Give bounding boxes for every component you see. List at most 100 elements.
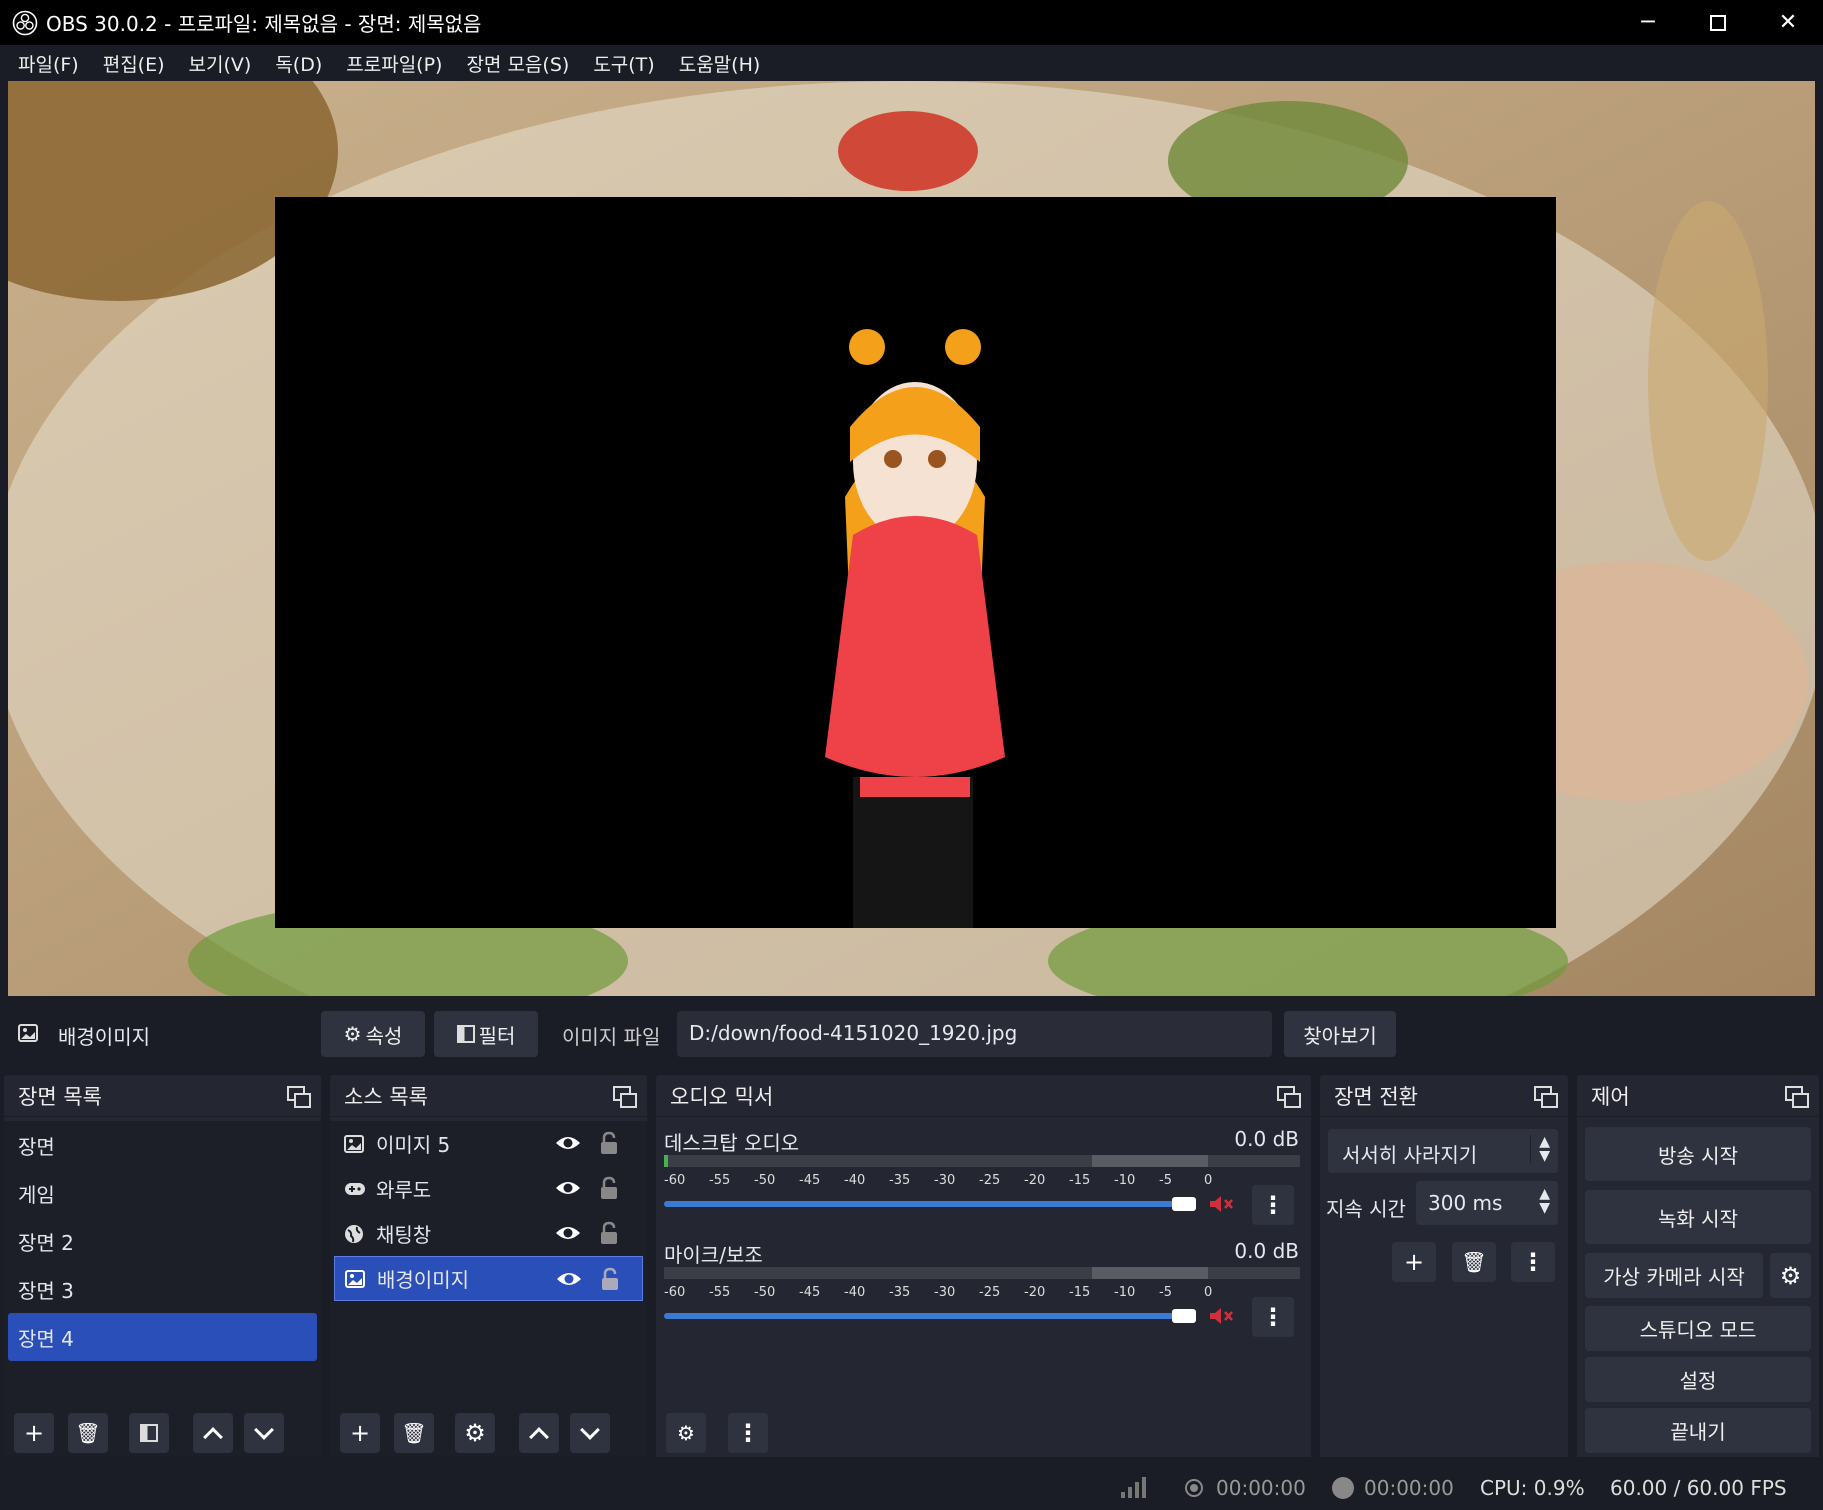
eye-icon[interactable] [554, 1133, 582, 1153]
start-recording-label: 녹화 시작 [1658, 1206, 1738, 1231]
transitions-title: 장면 전환 [1334, 1084, 1418, 1109]
close-icon: ✕ [1778, 10, 1798, 35]
remove-transition-button[interactable]: 🗑 [1452, 1242, 1496, 1282]
remove-scene-button[interactable]: 🗑 [68, 1413, 108, 1453]
plus-icon: + [349, 1419, 371, 1447]
meter-scale-tick: -45 [799, 1285, 821, 1300]
advanced-audio-button[interactable]: ⚙ [666, 1413, 706, 1453]
source-item[interactable]: 채팅창 [330, 1211, 647, 1256]
volume-slider[interactable] [664, 1201, 1194, 1207]
add-source-button[interactable]: + [340, 1413, 380, 1453]
eye-icon[interactable] [555, 1269, 583, 1289]
settings-button[interactable]: 설정 [1585, 1357, 1811, 1402]
volume-slider-handle[interactable] [1172, 1309, 1196, 1323]
undock-icon[interactable] [1277, 1085, 1301, 1108]
audio-mixer-body: 데스크탑 오디오 0.0 dB -60 -55 -50 -45 -40 -35 -30 -25… [656, 1121, 1311, 1457]
plus-icon: + [1403, 1248, 1425, 1276]
start-recording-button[interactable]: 녹화 시작 [1585, 1190, 1811, 1244]
image-file-path-field[interactable]: D:/down/food-4151020_1920.jpg [677, 1011, 1272, 1057]
speaker-muted-icon[interactable] [1208, 1305, 1234, 1327]
source-item[interactable]: 와루도 [330, 1166, 647, 1211]
channel-name: 데스크탑 오디오 [664, 1131, 800, 1155]
scene-item[interactable]: 장면 3 [4, 1265, 321, 1313]
scene-item[interactable]: 장면 2 [4, 1217, 321, 1265]
meter-scale-tick: -50 [754, 1173, 776, 1188]
menu-bar: 파일(F) 편집(E) 보기(V) 독(D) 프로파일(P) 장면 모음(S) … [0, 45, 1823, 81]
add-scene-button[interactable]: + [14, 1413, 54, 1453]
move-source-up-button[interactable] [519, 1413, 559, 1453]
volume-slider[interactable] [664, 1313, 1194, 1319]
controls-title: 제어 [1591, 1084, 1630, 1109]
start-streaming-button[interactable]: 방송 시작 [1585, 1127, 1811, 1181]
undock-icon[interactable] [287, 1085, 311, 1108]
transition-menu-button[interactable]: ⋮ [1511, 1242, 1555, 1282]
exit-label: 끝내기 [1670, 1420, 1726, 1444]
audio-mixer-title: 오디오 믹서 [670, 1084, 774, 1109]
lock-icon[interactable] [600, 1221, 618, 1245]
menu-edit[interactable]: 편집(E) [91, 50, 177, 77]
scene-item[interactable]: 장면 [4, 1121, 321, 1169]
title-bar: OBS 30.0.2 - 프로파일: 제목없음 - 장면: 제목없음 ─ ✕ [0, 0, 1823, 45]
duration-spinbox[interactable]: 300 ms ▲ ▼ [1416, 1181, 1558, 1225]
virtual-camera-button[interactable]: 가상 카메라 시작 [1585, 1253, 1763, 1298]
meter-scale-tick: -15 [1069, 1285, 1091, 1300]
move-scene-down-button[interactable] [244, 1413, 284, 1453]
window-title: OBS 30.0.2 - 프로파일: 제목없음 - 장면: 제목없음 [46, 12, 482, 36]
image-file-path: D:/down/food-4151020_1920.jpg [689, 1021, 1018, 1045]
undock-icon[interactable] [1534, 1085, 1558, 1108]
scene-item-selected[interactable]: 장면 4 [8, 1313, 317, 1361]
volume-slider-handle[interactable] [1172, 1197, 1196, 1211]
speaker-muted-icon[interactable] [1208, 1193, 1234, 1215]
source-properties-button[interactable]: ⚙ [455, 1413, 495, 1453]
source-item[interactable]: 이미지 5 [330, 1121, 647, 1166]
gears-icon: ⚙ [677, 1421, 695, 1445]
image-icon [344, 1134, 364, 1153]
menu-file[interactable]: 파일(F) [6, 50, 91, 77]
menu-scene-collection[interactable]: 장면 모음(S) [454, 50, 581, 77]
menu-help[interactable]: 도움말(H) [667, 50, 773, 77]
controls-header: 제어 [1577, 1075, 1819, 1117]
preview-canvas[interactable] [8, 81, 1815, 996]
selected-source-name: 배경이미지 [58, 1025, 150, 1049]
studio-mode-button[interactable]: 스튜디오 모드 [1585, 1306, 1811, 1351]
maximize-icon [1710, 14, 1726, 31]
scene-filters-button[interactable] [129, 1413, 169, 1453]
undock-icon[interactable] [613, 1085, 637, 1108]
add-transition-button[interactable]: + [1392, 1242, 1436, 1282]
eye-icon[interactable] [554, 1178, 582, 1198]
move-scene-up-button[interactable] [193, 1413, 233, 1453]
lock-icon[interactable] [601, 1267, 619, 1291]
exit-button[interactable]: 끝내기 [1585, 1408, 1811, 1453]
menu-profile[interactable]: 프로파일(P) [334, 50, 454, 77]
channel-menu-button[interactable]: ⋮ [1252, 1185, 1294, 1225]
volume-meter [664, 1155, 1300, 1167]
lock-icon[interactable] [600, 1131, 618, 1155]
menu-tools[interactable]: 도구(T) [581, 50, 666, 77]
minimize-button[interactable]: ─ [1613, 0, 1683, 45]
filter-icon [456, 1025, 475, 1043]
menu-view[interactable]: 보기(V) [177, 50, 264, 77]
scene-item[interactable]: 게임 [4, 1169, 321, 1217]
transition-select[interactable]: 서서히 사라지기 ▲ ▼ [1328, 1129, 1558, 1173]
browse-button[interactable]: 찾아보기 [1284, 1011, 1396, 1057]
filters-button[interactable]: 필터 [434, 1011, 538, 1057]
scenes-dock: 장면 목록 장면 게임 장면 2 장면 3 장면 4 + 🗑 [4, 1075, 321, 1457]
virtual-camera-settings-button[interactable]: ⚙ [1770, 1253, 1811, 1298]
plus-icon: + [23, 1419, 45, 1447]
meter-scale-tick: -30 [934, 1173, 956, 1188]
close-button[interactable]: ✕ [1753, 0, 1823, 45]
undock-icon[interactable] [1785, 1085, 1809, 1108]
mixer-menu-button[interactable]: ⋮ [728, 1413, 768, 1453]
properties-button[interactable]: ⚙ 속성 [321, 1011, 425, 1057]
eye-icon[interactable] [554, 1223, 582, 1243]
move-source-down-button[interactable] [570, 1413, 610, 1453]
source-item-selected[interactable]: 배경이미지 [334, 1256, 643, 1301]
transitions-body: 서서히 사라지기 ▲ ▼ 지속 시간 300 ms ▲ ▼ + 🗑 ⋮ [1320, 1121, 1568, 1457]
remove-source-button[interactable]: 🗑 [394, 1413, 434, 1453]
properties-label: 속성 [365, 1023, 403, 1048]
channel-menu-button[interactable]: ⋮ [1252, 1297, 1294, 1337]
meter-scale-tick: -20 [1024, 1285, 1046, 1300]
menu-docks[interactable]: 독(D) [263, 50, 334, 77]
maximize-button[interactable] [1683, 0, 1753, 45]
lock-icon[interactable] [600, 1176, 618, 1200]
